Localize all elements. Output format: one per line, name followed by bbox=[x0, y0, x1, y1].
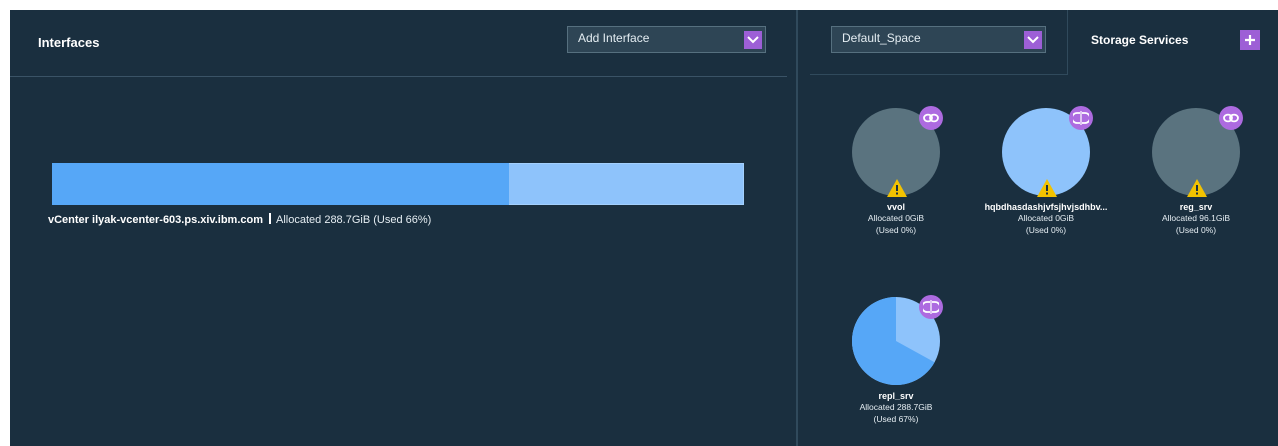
pool-usage-pie[interactable] bbox=[1152, 106, 1243, 197]
pool-used: (Used 67%) bbox=[873, 414, 919, 424]
pool-name: reg_srv bbox=[1179, 202, 1213, 212]
caption-separator bbox=[269, 213, 272, 224]
replication-icon[interactable] bbox=[919, 295, 943, 319]
interfaces-header: Interfaces Add Interface bbox=[10, 10, 787, 77]
pool-used: (Used 0%) bbox=[1175, 225, 1217, 235]
chevron-down-icon[interactable] bbox=[1024, 31, 1042, 49]
pool-allocated: Allocated 0GiB bbox=[867, 213, 925, 223]
warning-icon bbox=[1187, 179, 1207, 197]
pool-used: (Used 0%) bbox=[875, 225, 917, 235]
chevron-down-icon[interactable] bbox=[744, 31, 762, 49]
splitter-line bbox=[796, 10, 798, 446]
interface-used-fill bbox=[52, 163, 509, 205]
link-icon[interactable] bbox=[919, 106, 943, 130]
pool-used: (Used 0%) bbox=[1025, 225, 1067, 235]
pool-usage-pie[interactable] bbox=[852, 295, 943, 385]
pool-name: hqbdhasdashjvfsjhvjsdhbv... bbox=[984, 202, 1108, 212]
pool-allocated: Allocated 0GiB bbox=[1017, 213, 1075, 223]
panel-splitter[interactable] bbox=[787, 10, 810, 446]
storage-services-panel: Default_Space Storage Services vvol Allo… bbox=[810, 10, 1278, 446]
pool-card[interactable]: reg_srv Allocated 96.1GiB (Used 0%) bbox=[1131, 106, 1261, 236]
interface-name: vCenter ilyak-vcenter-603.ps.xiv.ibm.com bbox=[48, 214, 264, 226]
space-dropdown-label: Default_Space bbox=[842, 31, 921, 45]
storage-services-title: Storage Services bbox=[1091, 33, 1189, 47]
pool-usage-pie[interactable] bbox=[1002, 106, 1093, 197]
pool-usage-pie[interactable] bbox=[852, 106, 943, 197]
interface-capacity-bar[interactable] bbox=[52, 163, 744, 205]
interface-caption: vCenter ilyak-vcenter-603.ps.xiv.ibm.com… bbox=[48, 213, 431, 226]
add-storage-service-button[interactable] bbox=[1240, 30, 1260, 50]
interface-allocation: Allocated 288.7GiB (Used 66%) bbox=[276, 214, 432, 226]
pool-name: repl_srv bbox=[878, 391, 914, 401]
pool-card[interactable]: hqbdhasdashjvfsjhvjsdhbv... Allocated 0G… bbox=[981, 106, 1111, 236]
pool-card[interactable]: vvol Allocated 0GiB (Used 0%) bbox=[831, 106, 961, 236]
space-dropdown[interactable]: Default_Space bbox=[831, 26, 1046, 53]
replication-icon[interactable] bbox=[1069, 106, 1093, 130]
pool-allocated: Allocated 288.7GiB bbox=[859, 402, 933, 412]
plus-icon bbox=[1245, 35, 1255, 45]
add-interface-dropdown[interactable]: Add Interface bbox=[567, 26, 766, 53]
space-selector-header: Default_Space bbox=[810, 10, 1068, 75]
interfaces-panel: Interfaces Add Interface vCenter ilyak-v… bbox=[10, 10, 787, 446]
interfaces-title: Interfaces bbox=[38, 35, 100, 50]
add-interface-label: Add Interface bbox=[578, 31, 650, 45]
warning-icon bbox=[887, 179, 907, 197]
pool-card[interactable]: repl_srv Allocated 288.7GiB (Used 67%) bbox=[831, 295, 961, 425]
pool-name: vvol bbox=[886, 202, 905, 212]
pool-allocated: Allocated 96.1GiB bbox=[1161, 213, 1231, 223]
storage-dashboard: Interfaces Add Interface vCenter ilyak-v… bbox=[0, 0, 1278, 446]
warning-icon bbox=[1037, 179, 1057, 197]
link-icon[interactable] bbox=[1219, 106, 1243, 130]
